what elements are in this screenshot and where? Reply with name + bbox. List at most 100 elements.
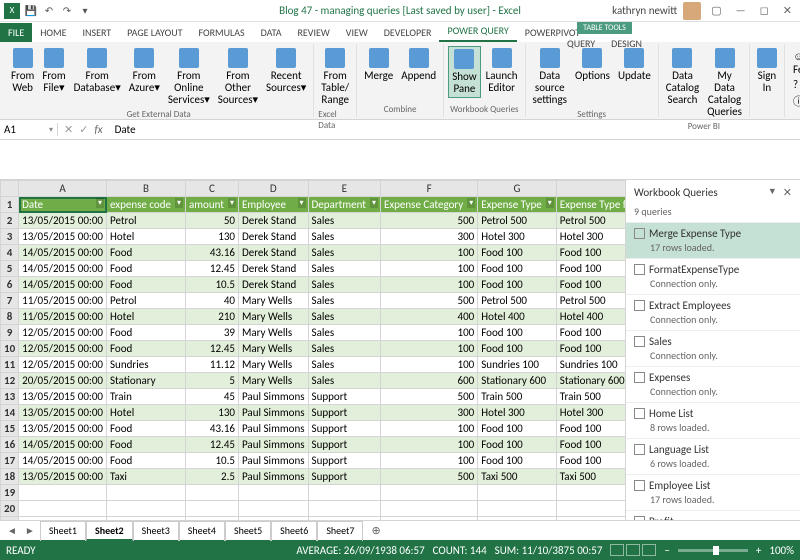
cell[interactable]: Mary Wells bbox=[238, 341, 308, 357]
cell[interactable]: Food bbox=[107, 245, 186, 261]
view-buttons[interactable] bbox=[610, 544, 656, 556]
help-item[interactable]: ☺ Send Feedback▾ bbox=[793, 50, 800, 76]
table-header-cell[interactable]: Expense Type bbox=[478, 197, 557, 213]
cell[interactable]: 40 bbox=[185, 293, 238, 309]
cell[interactable]: Food 100 bbox=[556, 277, 625, 293]
cell[interactable] bbox=[308, 517, 380, 521]
cell[interactable]: Train 500 bbox=[478, 389, 557, 405]
cell[interactable]: Sales bbox=[308, 357, 380, 373]
zoom-in-icon[interactable]: + bbox=[756, 544, 761, 557]
cell[interactable] bbox=[380, 485, 477, 501]
formula-bar[interactable]: Date bbox=[109, 123, 800, 136]
cell[interactable]: Food 100 bbox=[556, 261, 625, 277]
cell[interactable]: Paul Simmons bbox=[238, 453, 308, 469]
cell[interactable]: 130 bbox=[185, 405, 238, 421]
tab-formulas[interactable]: FORMULAS bbox=[190, 23, 252, 42]
cell[interactable]: 14/05/2015 00:00 bbox=[19, 437, 107, 453]
cell[interactable]: Mary Wells bbox=[238, 325, 308, 341]
save-icon[interactable]: 💾 bbox=[24, 4, 38, 18]
ribbon-button-sign-in[interactable]: SignIn bbox=[754, 46, 780, 96]
cell[interactable]: 130 bbox=[185, 229, 238, 245]
cell[interactable] bbox=[19, 501, 107, 517]
select-all-cell[interactable] bbox=[1, 181, 19, 197]
sheet-nav-next-icon[interactable]: ► bbox=[22, 524, 38, 537]
cell[interactable] bbox=[19, 485, 107, 501]
cell[interactable]: 11.12 bbox=[185, 357, 238, 373]
zoom-out-icon[interactable]: − bbox=[664, 544, 669, 557]
cell[interactable]: Hotel 400 bbox=[556, 309, 625, 325]
ribbon-button-data-source-settings[interactable]: Datasource settings bbox=[530, 46, 570, 108]
cell[interactable]: 100 bbox=[380, 453, 477, 469]
table-header-cell[interactable]: Expense Type from FormatExpense bbox=[556, 197, 625, 213]
sheet-tab[interactable]: Sheet7 bbox=[317, 521, 363, 541]
column-header[interactable]: C bbox=[185, 181, 238, 197]
cell[interactable] bbox=[185, 485, 238, 501]
cell[interactable]: 100 bbox=[380, 325, 477, 341]
cell[interactable] bbox=[185, 501, 238, 517]
cell[interactable]: Mary Wells bbox=[238, 293, 308, 309]
cell[interactable]: 39 bbox=[185, 325, 238, 341]
ribbon-button-my-data-catalog-queries[interactable]: MyData Catalog Queries bbox=[704, 46, 745, 120]
row-header[interactable]: 12 bbox=[1, 373, 19, 389]
cell[interactable]: 14/05/2015 00:00 bbox=[19, 453, 107, 469]
column-header[interactable]: B bbox=[107, 181, 186, 197]
cell[interactable]: Food bbox=[107, 453, 186, 469]
cell[interactable]: 500 bbox=[380, 213, 477, 229]
close-icon[interactable]: ✕ bbox=[779, 4, 796, 17]
redo-icon[interactable]: ↷ bbox=[60, 4, 74, 18]
cell[interactable]: Hotel bbox=[107, 309, 186, 325]
maximize-icon[interactable]: ◻ bbox=[756, 4, 773, 17]
ribbon-button-from-web[interactable]: FromWeb bbox=[8, 46, 37, 96]
cell[interactable]: Derek Stand bbox=[238, 229, 308, 245]
column-header[interactable]: D bbox=[238, 181, 308, 197]
cell[interactable]: Food 100 bbox=[478, 325, 557, 341]
cell[interactable]: 10.5 bbox=[185, 277, 238, 293]
row-header[interactable]: 19 bbox=[1, 485, 19, 501]
cell[interactable]: Food 100 bbox=[478, 277, 557, 293]
cell[interactable] bbox=[308, 485, 380, 501]
cell[interactable]: 300 bbox=[380, 229, 477, 245]
row-header[interactable]: 17 bbox=[1, 453, 19, 469]
cell[interactable]: Support bbox=[308, 453, 380, 469]
cell[interactable]: Hotel bbox=[107, 405, 186, 421]
cell[interactable]: 43.16 bbox=[185, 421, 238, 437]
table-header-cell[interactable]: Employee bbox=[238, 197, 308, 213]
cell[interactable]: Sundries bbox=[107, 357, 186, 373]
cell[interactable]: 14/05/2015 00:00 bbox=[19, 261, 107, 277]
row-header[interactable]: 7 bbox=[1, 293, 19, 309]
cell[interactable]: 13/05/2015 00:00 bbox=[19, 229, 107, 245]
cell[interactable]: Food 100 bbox=[556, 453, 625, 469]
cell[interactable]: Petrol 500 bbox=[478, 213, 557, 229]
cell[interactable]: Sales bbox=[308, 325, 380, 341]
cell[interactable]: Derek Stand bbox=[238, 261, 308, 277]
cell[interactable]: Food 100 bbox=[556, 341, 625, 357]
cell[interactable] bbox=[380, 501, 477, 517]
sheet-tab[interactable]: Sheet2 bbox=[86, 521, 133, 541]
cell[interactable]: Mary Wells bbox=[238, 309, 308, 325]
tab-data[interactable]: DATA bbox=[253, 23, 290, 42]
cell[interactable]: Sales bbox=[308, 213, 380, 229]
row-header[interactable]: 18 bbox=[1, 469, 19, 485]
cell[interactable] bbox=[556, 501, 625, 517]
table-header-cell[interactable]: amount bbox=[185, 197, 238, 213]
cell[interactable]: Food bbox=[107, 325, 186, 341]
row-header[interactable]: 9 bbox=[1, 325, 19, 341]
query-item[interactable]: Home List8 rows loaded. bbox=[626, 402, 800, 438]
cell[interactable]: 5 bbox=[185, 373, 238, 389]
cell[interactable]: Stationary 600 bbox=[556, 373, 625, 389]
enter-formula-icon[interactable]: ✓ bbox=[79, 123, 88, 136]
cell[interactable]: Hotel 300 bbox=[478, 229, 557, 245]
ribbon-button-from-file-[interactable]: FromFile▾ bbox=[39, 46, 68, 96]
column-header[interactable]: F bbox=[380, 181, 477, 197]
cell[interactable] bbox=[556, 485, 625, 501]
cell[interactable]: 100 bbox=[380, 357, 477, 373]
query-item[interactable]: Merge Expense Type17 rows loaded. bbox=[626, 222, 800, 258]
row-header[interactable]: 5 bbox=[1, 261, 19, 277]
cell[interactable]: 14/05/2015 00:00 bbox=[19, 245, 107, 261]
column-header[interactable]: E bbox=[308, 181, 380, 197]
cell[interactable]: Taxi 500 bbox=[478, 469, 557, 485]
tab-power-query[interactable]: POWER QUERY bbox=[439, 21, 516, 42]
cell[interactable]: Food 100 bbox=[478, 341, 557, 357]
row-header[interactable]: 16 bbox=[1, 437, 19, 453]
cell[interactable] bbox=[308, 501, 380, 517]
